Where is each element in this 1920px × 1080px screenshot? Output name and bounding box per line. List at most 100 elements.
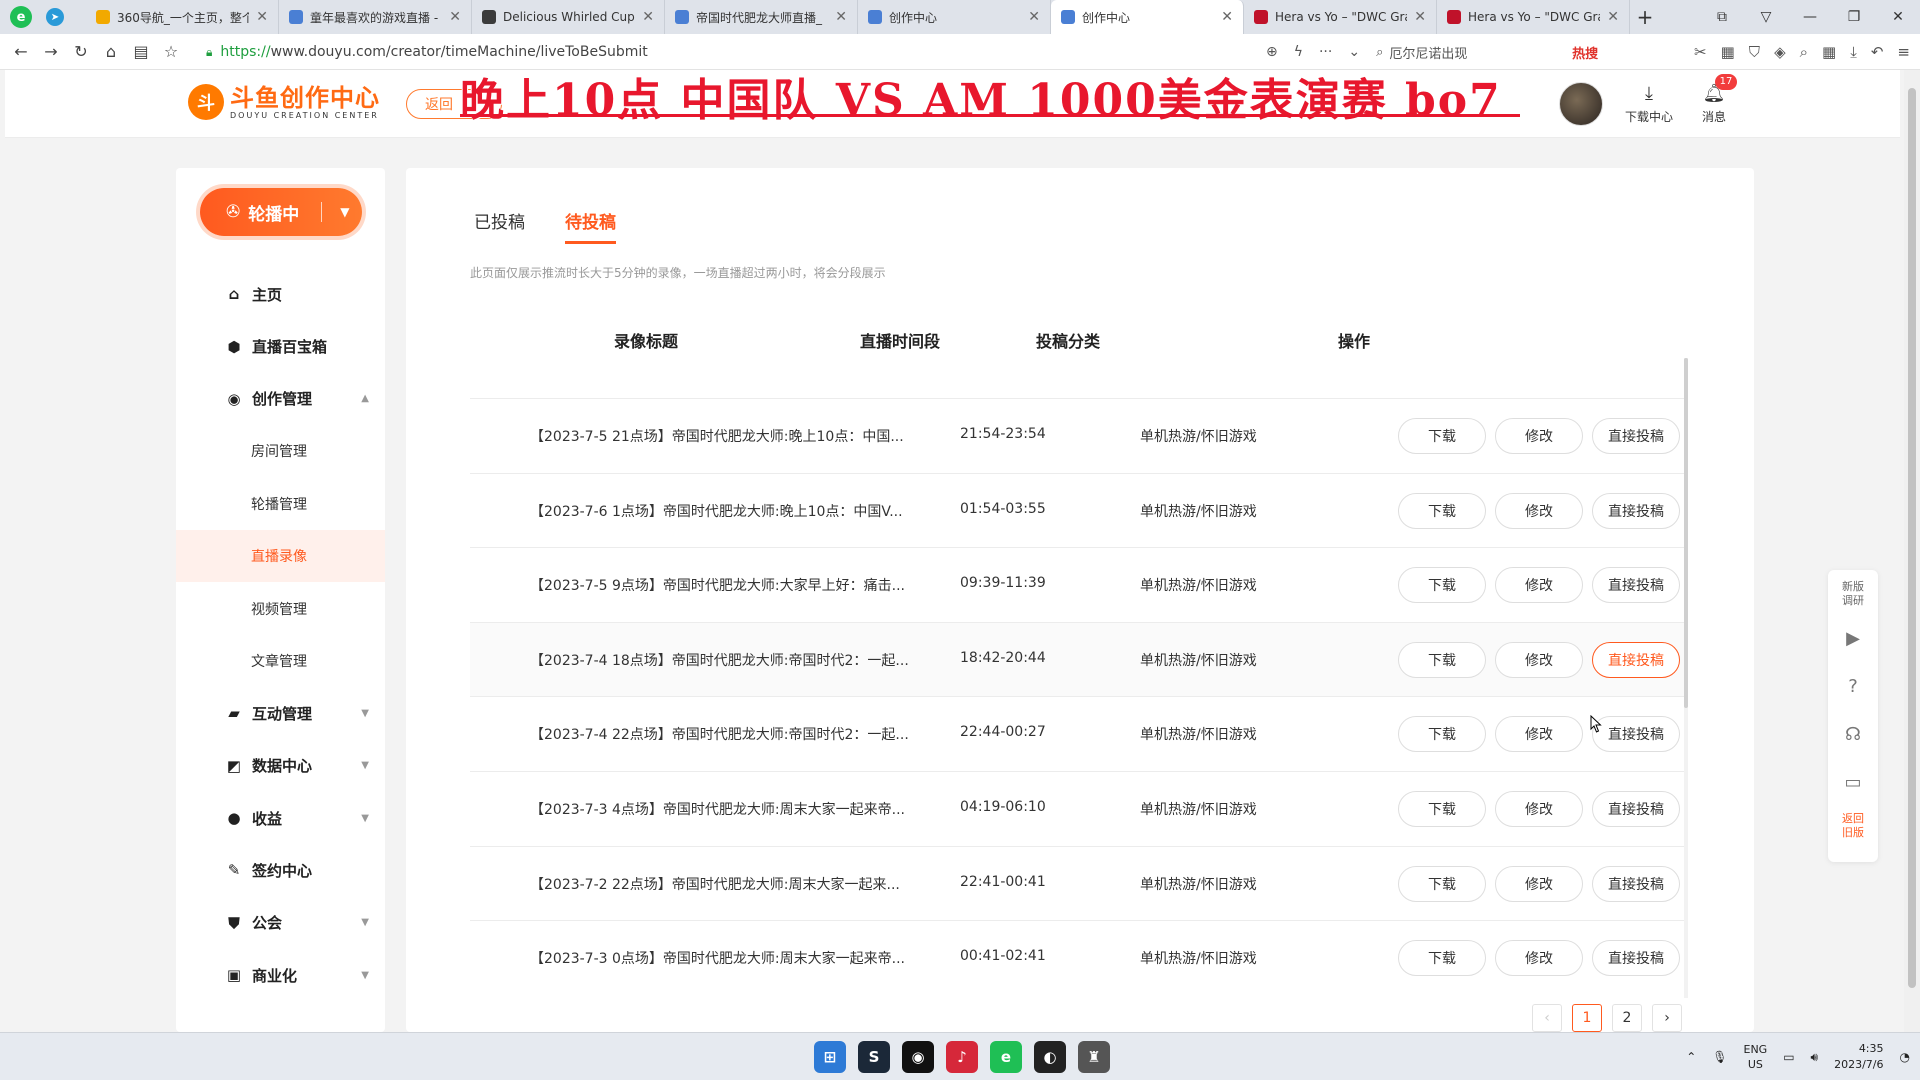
tab-close-icon[interactable]: ✕ [1221,9,1233,25]
edit-button[interactable]: 修改 [1495,567,1583,604]
caret-down-icon[interactable]: ▼ [361,813,369,824]
edit-button[interactable]: 修改 [1495,865,1583,902]
download-button[interactable]: 下载 [1398,716,1486,753]
submit-button[interactable]: 直接投稿 [1592,716,1680,753]
prev-page-button[interactable]: ‹ [1532,1004,1562,1032]
browser-app-icon[interactable]: e [990,1041,1022,1073]
caret-down-icon[interactable]: ▼ [361,708,369,719]
hot-search-label[interactable]: 热搜 [1572,43,1598,62]
browser-tab[interactable]: 帝国时代肥龙大师直播_ ✕ [665,0,858,34]
network-icon[interactable]: ▭ [1783,1050,1794,1064]
edit-button[interactable]: 修改 [1495,790,1583,827]
wallet-icon[interactable]: ▤ [126,42,156,61]
home-nav-icon[interactable]: ⌂ [96,42,126,61]
submit-button[interactable]: 直接投稿 [1592,865,1680,902]
sidebar-item[interactable]: ⌂ 主页 [176,268,385,320]
back-icon[interactable]: ← [6,42,36,61]
tab-close-icon[interactable]: ✕ [1028,9,1040,25]
page-number-button[interactable]: 1 [1572,1004,1602,1032]
submit-button[interactable]: 直接投稿 [1592,418,1680,454]
windows-start-icon[interactable]: ⊞ [814,1041,846,1073]
help-icon[interactable]: ? [1839,668,1867,704]
tab-close-icon[interactable]: ✕ [642,9,654,25]
browser-tab[interactable]: 创作中心 ✕ [858,0,1051,34]
scissors-icon[interactable]: ✂ [1694,43,1707,61]
more-icon[interactable]: ··· [1319,44,1332,60]
sidebar-item[interactable]: ⬢ 直播百宝箱 [176,320,385,372]
restore-button[interactable]: ❐ [1832,9,1876,25]
video-play-icon[interactable]: ▶ [1839,620,1867,656]
sidebar-item[interactable]: ▰ 互动管理 ▼ [176,687,385,739]
edit-button[interactable]: 修改 [1495,418,1583,454]
bolt-icon[interactable]: ϟ [1294,44,1303,60]
caret-down-icon[interactable]: ▼ [361,760,369,771]
gamepad-icon[interactable]: ◈ [1774,43,1786,61]
apps-icon[interactable]: ▦ [1822,43,1836,61]
notification-icon[interactable]: ◔ [1900,1050,1910,1064]
caret-down-icon[interactable]: ▼ [340,205,349,219]
edit-button[interactable]: 修改 [1495,641,1583,678]
search-ext-icon[interactable]: ⌕ [1800,43,1808,61]
language-indicator[interactable]: ENG US [1744,1042,1768,1072]
content-tab[interactable]: 待投稿 [565,208,616,244]
telegram-icon[interactable]: ➤ [46,8,64,26]
sidebar-item[interactable]: ✎ 签约中心 [176,844,385,896]
sidebar-item[interactable]: 房间管理 [176,425,385,477]
submit-button[interactable]: 直接投稿 [1592,940,1680,977]
browser-tab[interactable]: Delicious Whirled Cup ✕ [472,0,665,34]
favorites-icon[interactable]: ☆ [156,42,186,61]
headset-icon[interactable]: ☊ [1839,716,1867,752]
sidebar-item[interactable]: 轮播管理 [176,478,385,530]
live-status-button[interactable]: ✇ 轮播中 ▼ [200,188,362,236]
download-button[interactable]: 下载 [1398,567,1486,604]
download-button[interactable]: 下载 [1398,940,1486,977]
reload-icon[interactable]: ↻ [66,42,96,61]
tray-chevron-icon[interactable]: ⌃ [1686,1050,1696,1064]
browser-tab[interactable]: Hera vs Yo – "DWC Gra ✕ [1437,0,1630,34]
sidebar-item[interactable]: 直播录像 [176,529,385,583]
tab-close-icon[interactable]: ✕ [1414,9,1426,25]
sidebar-item[interactable]: 视频管理 [176,582,385,634]
browser-tab[interactable]: Hera vs Yo – "DWC Gra ✕ [1244,0,1437,34]
browser-logo-icon[interactable]: e [10,6,32,28]
minimize-button[interactable]: — [1788,9,1832,25]
old-version-button[interactable]: 返回旧版 [1838,812,1868,840]
download-button[interactable]: 下载 [1398,641,1486,678]
sidebar-item[interactable]: ● 收益 ▼ [176,792,385,844]
content-tab[interactable]: 已投稿 [474,208,525,244]
netease-music-icon[interactable]: ♪ [946,1041,978,1073]
browser-tab[interactable]: 360导航_一个主页，整个 ✕ [86,0,279,34]
sidebar-item[interactable]: ▣ 商业化 ▼ [176,949,385,1001]
page-scrollbar[interactable] [1904,70,1920,1032]
edit-button[interactable]: 修改 [1495,940,1583,977]
caret-down-icon[interactable]: ▼ [361,917,369,928]
page-scroll-thumb[interactable] [1908,88,1916,988]
microphone-icon[interactable]: 🎙︎ [1712,1050,1727,1064]
clock[interactable]: 4:35 2023/7/6 [1834,1041,1883,1073]
submit-button[interactable]: 直接投稿 [1592,790,1680,827]
download-icon[interactable]: ⤓ [1850,43,1857,61]
tab-close-icon[interactable]: ✕ [835,9,847,25]
edit-button[interactable]: 修改 [1495,716,1583,753]
zoom-icon[interactable]: ⊕ [1266,44,1278,60]
game-app-icon[interactable]: ♜ [1078,1041,1110,1073]
tab-close-icon[interactable]: ✕ [1607,9,1619,25]
undo-icon[interactable]: ↶ [1871,43,1884,61]
tab-close-icon[interactable]: ✕ [449,9,461,25]
pin-icon[interactable]: ▽ [1744,9,1788,25]
page-number-button[interactable]: 2 [1612,1004,1642,1032]
download-button[interactable]: 下载 [1398,492,1486,529]
media-app-icon[interactable]: ◐ [1034,1041,1066,1073]
obs-app-icon[interactable]: ◉ [902,1041,934,1073]
download-button[interactable]: 下载 [1398,418,1486,454]
browser-tab[interactable]: 童年最喜欢的游戏直播 - ✕ [279,0,472,34]
download-button[interactable]: 下载 [1398,790,1486,827]
translate-icon[interactable]: ▦ [1721,43,1735,61]
download-button[interactable]: 下载 [1398,865,1486,902]
sidebar-item[interactable]: ◩ 数据中心 ▼ [176,740,385,792]
steam-app-icon[interactable]: S [858,1041,890,1073]
caret-down-icon[interactable]: ▼ [361,970,369,981]
forward-icon[interactable]: → [36,42,66,61]
douyu-logo[interactable]: 斗 斗鱼创作中心 DOUYU CREATION CENTER [188,84,380,120]
next-page-button[interactable]: › [1652,1004,1682,1032]
